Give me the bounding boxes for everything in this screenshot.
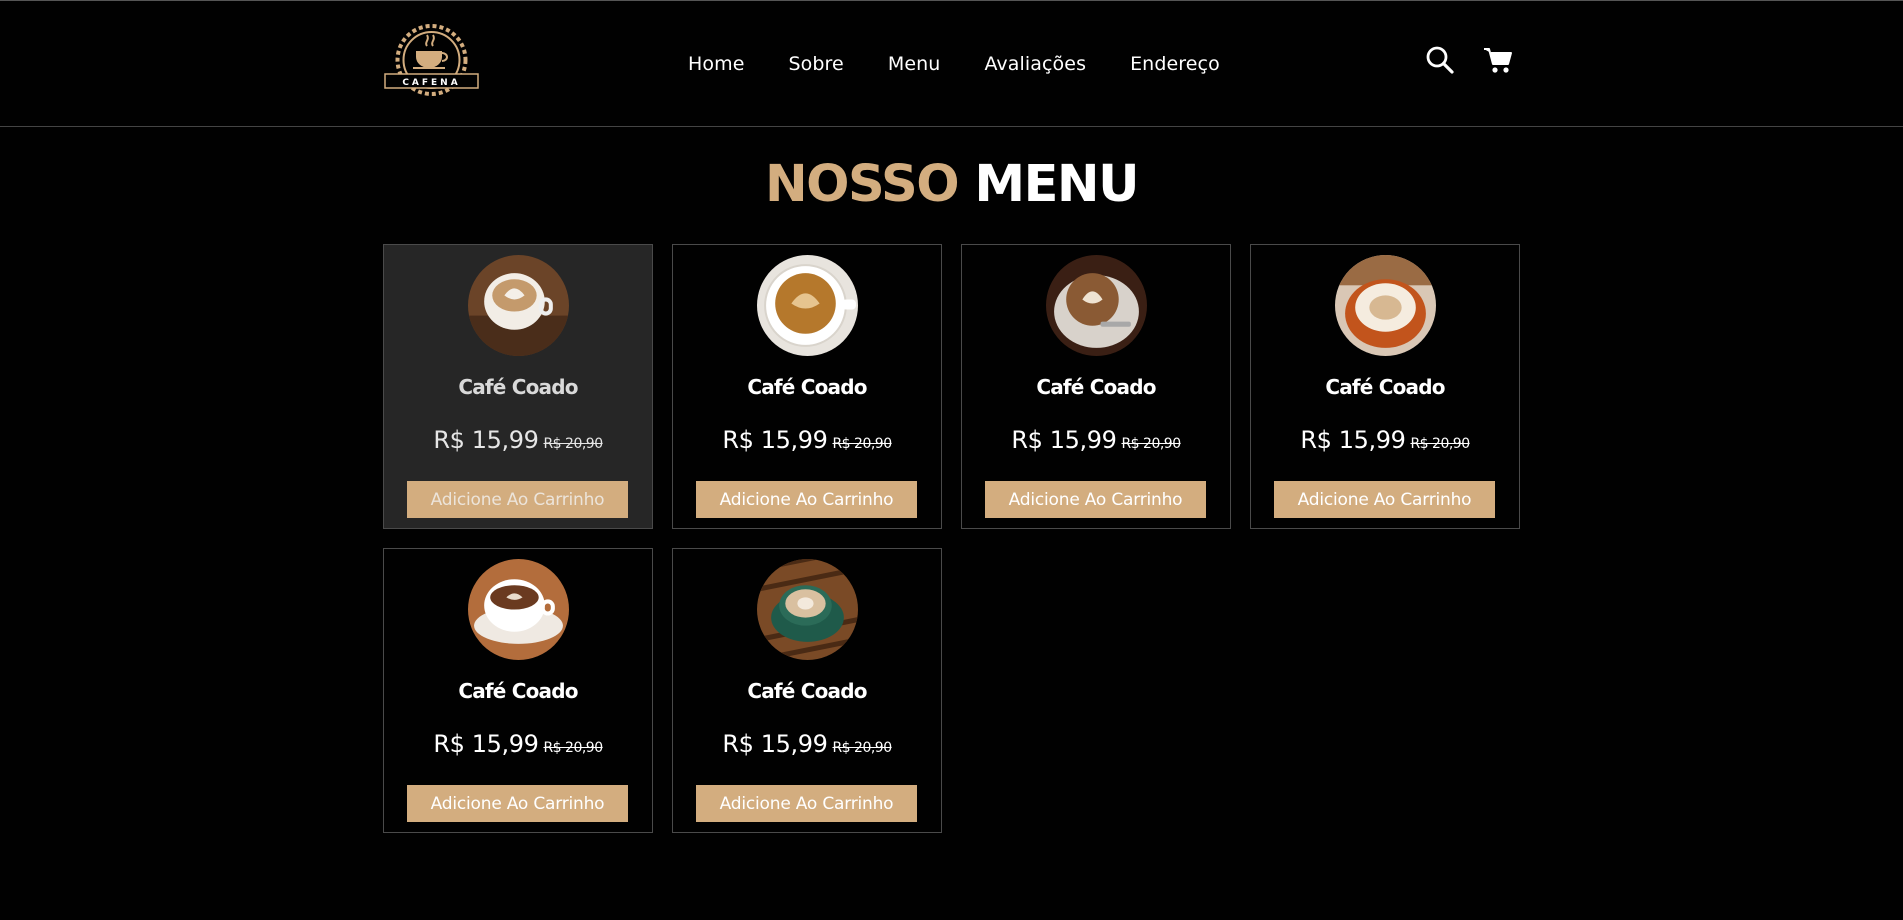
product-name: Café Coado xyxy=(458,679,578,703)
price-current: R$ 15,99 xyxy=(1011,426,1117,454)
nav-link-avaliacoes[interactable]: Avaliações xyxy=(984,53,1086,75)
product-price: R$ 15,99 R$ 20,90 xyxy=(384,730,652,758)
product-name: Café Coado xyxy=(747,679,867,703)
header-icons xyxy=(1425,45,1513,75)
product-card[interactable]: Café Coado R$ 15,99 R$ 20,90 Adicione Ao … xyxy=(383,244,653,529)
nav-link-sobre[interactable]: Sobre xyxy=(789,53,844,75)
site-header: CAFENA Home Sobre Menu Avaliações Endere… xyxy=(0,0,1903,127)
add-to-cart-button[interactable]: Adicione Ao Carrinho xyxy=(696,785,917,822)
product-price: R$ 15,99 R$ 20,90 xyxy=(384,426,652,454)
price-old: R$ 20,90 xyxy=(543,436,603,452)
price-current: R$ 15,99 xyxy=(433,730,539,758)
title-accent: NOSSO xyxy=(764,155,960,214)
price-current: R$ 15,99 xyxy=(722,426,828,454)
add-to-cart-button[interactable]: Adicione Ao Carrinho xyxy=(696,481,917,518)
nav-link-endereco[interactable]: Endereço xyxy=(1130,53,1220,75)
add-to-cart-button[interactable]: Adicione Ao Carrinho xyxy=(407,785,628,822)
product-price: R$ 15,99 R$ 20,90 xyxy=(1251,426,1519,454)
product-image-latte-orange-cup xyxy=(1335,255,1436,356)
add-to-cart-button[interactable]: Adicione Ao Carrinho xyxy=(1274,481,1495,518)
price-current: R$ 15,99 xyxy=(1300,426,1406,454)
price-current: R$ 15,99 xyxy=(433,426,539,454)
price-old: R$ 20,90 xyxy=(832,740,892,756)
product-name: Café Coado xyxy=(458,375,578,399)
product-image-green-cup xyxy=(757,559,858,660)
product-image-cappuccino xyxy=(757,255,858,356)
product-price: R$ 15,99 R$ 20,90 xyxy=(673,426,941,454)
nav-link-home[interactable]: Home xyxy=(688,53,745,75)
product-name: Café Coado xyxy=(1325,375,1445,399)
cafena-logo[interactable]: CAFENA xyxy=(383,19,480,101)
cart-icon[interactable] xyxy=(1483,45,1513,75)
price-old: R$ 20,90 xyxy=(1410,436,1470,452)
product-card[interactable]: Café Coado R$ 15,99 R$ 20,90 Adicione Ao … xyxy=(961,244,1231,529)
product-name: Café Coado xyxy=(1036,375,1156,399)
main-nav: Home Sobre Menu Avaliações Endereço xyxy=(688,53,1220,75)
product-price: R$ 15,99 R$ 20,90 xyxy=(962,426,1230,454)
product-card[interactable]: Café Coado R$ 15,99 R$ 20,90 Adicione Ao … xyxy=(672,244,942,529)
add-to-cart-button[interactable]: Adicione Ao Carrinho xyxy=(985,481,1206,518)
product-price: R$ 15,99 R$ 20,90 xyxy=(673,730,941,758)
price-old: R$ 20,90 xyxy=(1121,436,1181,452)
menu-grid: Café Coado R$ 15,99 R$ 20,90 Adicione Ao … xyxy=(383,244,1520,833)
product-image-flat-white xyxy=(1046,255,1147,356)
price-old: R$ 20,90 xyxy=(832,436,892,452)
add-to-cart-button[interactable]: Adicione Ao Carrinho xyxy=(407,481,628,518)
search-icon[interactable] xyxy=(1425,45,1455,75)
price-current: R$ 15,99 xyxy=(722,730,828,758)
nav-link-menu[interactable]: Menu xyxy=(888,53,941,75)
section-title: NOSSO MENU xyxy=(0,155,1903,214)
logo-text: CAFENA xyxy=(402,78,460,88)
product-card[interactable]: Café Coado R$ 15,99 R$ 20,90 Adicione Ao … xyxy=(1250,244,1520,529)
product-image-mocha xyxy=(468,559,569,660)
title-main: MENU xyxy=(974,155,1139,214)
price-old: R$ 20,90 xyxy=(543,740,603,756)
product-image-latte-art xyxy=(468,255,569,356)
product-name: Café Coado xyxy=(747,375,867,399)
product-card[interactable]: Café Coado R$ 15,99 R$ 20,90 Adicione Ao … xyxy=(672,548,942,833)
product-card[interactable]: Café Coado R$ 15,99 R$ 20,90 Adicione Ao … xyxy=(383,548,653,833)
